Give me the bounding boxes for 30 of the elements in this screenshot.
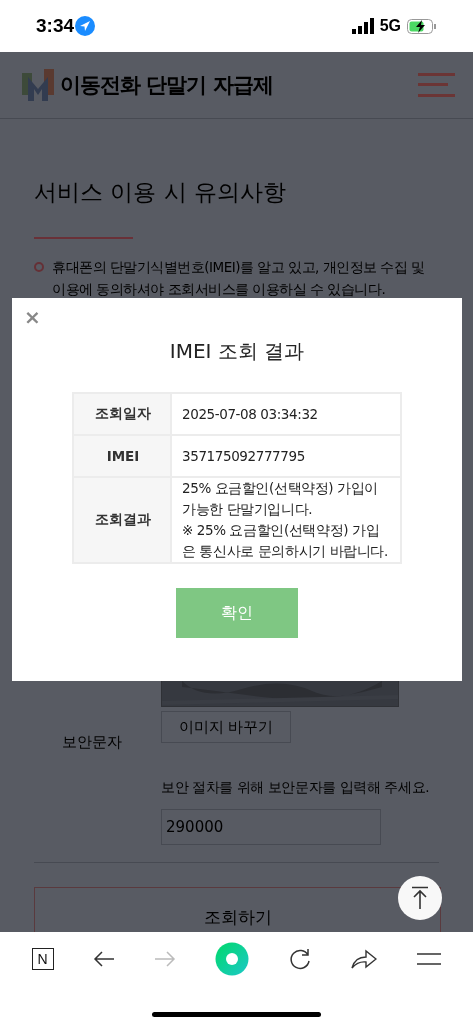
bullet-icon	[34, 262, 44, 272]
dialog-title: IMEI 조회 결과	[169, 338, 305, 364]
section-heading: 서비스 이용 시 유의사항	[34, 178, 287, 207]
row-value: 2025-07-08 03:34:32	[171, 393, 401, 435]
row-value: 357175092777795	[171, 435, 401, 477]
site-title[interactable]: 이동전화 단말기 자급제	[60, 71, 273, 99]
arrow-up-icon	[410, 886, 430, 910]
field-label: 보안문자	[61, 732, 123, 753]
share-icon[interactable]	[350, 948, 377, 970]
close-button[interactable]: ×	[24, 306, 41, 328]
change-image-button[interactable]: 이미지 바꾸기	[161, 711, 291, 743]
signal-icon	[351, 18, 374, 34]
home-button[interactable]: N	[31, 948, 54, 970]
captcha-input[interactable]: 290000	[161, 809, 381, 845]
location-icon	[74, 15, 97, 37]
reload-icon[interactable]	[287, 947, 312, 971]
confirm-button[interactable]: 확인	[176, 588, 298, 638]
battery-icon	[407, 18, 437, 34]
row-label: IMEI	[73, 435, 171, 477]
back-icon[interactable]	[92, 950, 115, 968]
menu-icon[interactable]	[415, 952, 442, 966]
clock: 3:34	[36, 15, 75, 37]
row-label: 조회일자	[73, 393, 171, 435]
scroll-top-button[interactable]	[398, 876, 442, 920]
notice-text: 휴대폰의 단말기식별번호(IMEI)를 알고 있고, 개인정보 수집 및 이용에 동의하셔야 조회서비스를 이용하실 수 있습니다.	[52, 258, 426, 299]
row-value: 25% 요금할인(선택약정) 가입이 가능한 단말기입니다. ※ 25% 요금할인(선택약정) 가입은 통신사로 문의하시기 바랍니다.	[171, 477, 401, 563]
row-label: 조회결과	[73, 477, 171, 563]
logo-icon	[22, 69, 54, 101]
network-label: 5G	[379, 17, 401, 35]
hint-text: 보안 절차를 위해 보안문자를 입력해 주세요.	[161, 778, 430, 797]
